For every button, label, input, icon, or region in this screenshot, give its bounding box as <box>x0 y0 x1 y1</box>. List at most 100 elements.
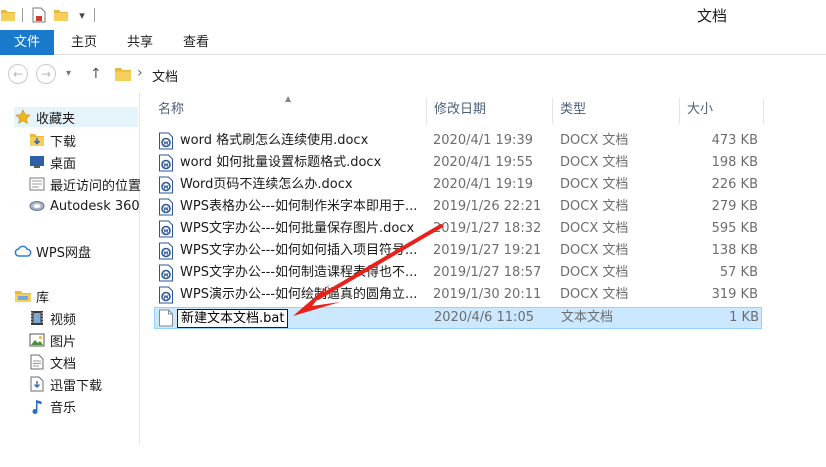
autodesk-360-icon <box>28 197 46 215</box>
customize-dropdown-icon[interactable]: ▾ <box>76 6 88 24</box>
file-name: Word页码不连续怎么办.docx <box>180 177 353 192</box>
nav-item-pictures[interactable]: 图片 <box>28 330 76 350</box>
title-bar: ▾ 文档 <box>0 0 826 30</box>
breadcrumb-separator-icon[interactable]: › <box>137 64 143 82</box>
status-bar <box>0 445 826 467</box>
file-date: 2019/1/27 18:57 <box>433 265 542 280</box>
docx-icon <box>158 198 174 216</box>
nav-item-thunder-download[interactable]: 迅雷下载 <box>28 374 102 394</box>
file-size: 319 KB <box>711 287 758 302</box>
file-date: 2020/4/1 19:19 <box>433 177 533 192</box>
tab-share[interactable]: 共享 <box>118 30 162 55</box>
cloud-icon <box>14 242 32 260</box>
tab-file[interactable]: 文件 <box>0 30 54 55</box>
nav-label: 最近访问的位置 <box>50 178 142 194</box>
address-bar: ← → ▾ ↑ › 文档 <box>0 55 826 93</box>
recent-places-icon <box>28 175 46 193</box>
nav-label: 音乐 <box>50 400 77 416</box>
docx-icon <box>158 176 174 194</box>
file-type: DOCX 文档 <box>560 133 629 148</box>
rename-input[interactable]: 新建文本文档.bat <box>177 309 289 328</box>
sort-ascending-icon: ▲ <box>285 94 292 103</box>
file-row[interactable]: WPS表格办公---如何制作米字本即用于... 2019/1/26 22:21 … <box>154 196 762 218</box>
nav-label: Autodesk 360 <box>50 198 140 214</box>
properties-icon[interactable] <box>30 6 48 24</box>
file-row[interactable]: WPS文字办公---如何如何插入项目符号... 2019/1/27 19:21 … <box>154 240 762 262</box>
docx-icon <box>158 220 174 238</box>
column-divider[interactable] <box>763 98 764 124</box>
nav-label: 图片 <box>50 334 77 350</box>
file-size: 473 KB <box>711 133 758 148</box>
column-header-type[interactable]: 类型 <box>552 93 679 127</box>
docx-icon <box>158 242 174 260</box>
nav-item-desktop[interactable]: 桌面 <box>28 152 76 172</box>
recent-locations-dropdown-icon[interactable]: ▾ <box>66 65 71 83</box>
thunder-download-icon <box>28 375 46 393</box>
file-type: DOCX 文档 <box>560 265 629 280</box>
up-button[interactable]: ↑ <box>90 65 102 83</box>
downloads-folder-icon <box>28 131 46 149</box>
nav-wps-cloud[interactable]: WPS网盘 <box>14 241 91 261</box>
file-row-renaming[interactable]: 新建文本文档.bat 2020/4/6 11:05 文本文档 1 KB <box>154 307 762 329</box>
nav-item-videos[interactable]: 视频 <box>28 308 76 328</box>
file-date: 2019/1/27 19:21 <box>433 243 542 258</box>
file-type: DOCX 文档 <box>560 177 629 192</box>
docx-icon <box>158 132 174 150</box>
forward-button[interactable]: → <box>36 64 56 84</box>
file-size: 1 KB <box>729 310 759 325</box>
new-folder-icon[interactable] <box>52 6 70 24</box>
nav-label: 库 <box>36 290 50 306</box>
tab-view[interactable]: 查看 <box>174 30 218 55</box>
back-button[interactable]: ← <box>8 64 28 84</box>
file-name: WPS文字办公---如何如何插入项目符号... <box>180 243 418 258</box>
column-header-date[interactable]: 修改日期 <box>426 93 552 127</box>
ribbon-tabs: 文件 主页 共享 查看 <box>0 30 826 55</box>
docx-icon <box>158 264 174 282</box>
file-row[interactable]: word 如何批量设置标题格式.docx 2020/4/1 19:55 DOCX… <box>154 152 762 174</box>
nav-label: 文档 <box>50 356 77 372</box>
nav-label: 下载 <box>50 134 77 150</box>
file-row[interactable]: Word页码不连续怎么办.docx 2020/4/1 19:19 DOCX 文档… <box>154 174 762 196</box>
folder-icon[interactable] <box>0 6 16 24</box>
file-type: DOCX 文档 <box>560 243 629 258</box>
file-row[interactable]: WPS文字办公---如何批量保存图片.docx 2019/1/27 18:32 … <box>154 218 762 240</box>
nav-favorites[interactable]: 收藏夹 <box>14 107 138 127</box>
nav-item-music[interactable]: 音乐 <box>28 396 76 416</box>
window-title: 文档 <box>697 7 728 25</box>
nav-library[interactable]: 库 <box>14 286 49 306</box>
file-name: WPS文字办公---如何批量保存图片.docx <box>180 221 415 236</box>
music-library-icon <box>28 397 46 415</box>
column-header-size[interactable]: 大小 <box>679 93 763 127</box>
file-date: 2019/1/26 22:21 <box>433 199 542 214</box>
nav-item-downloads[interactable]: 下载 <box>28 130 76 150</box>
library-icon <box>14 287 32 305</box>
toolbar-divider <box>94 8 95 22</box>
file-size: 595 KB <box>711 221 758 236</box>
file-size: 226 KB <box>711 177 758 192</box>
file-row[interactable]: WPS文字办公---如何制造课程表得也不... 2019/1/27 18:57 … <box>154 262 762 284</box>
file-type: DOCX 文档 <box>560 155 629 170</box>
docx-icon <box>158 154 174 172</box>
desktop-icon <box>28 153 46 171</box>
breadcrumb-item-documents[interactable]: 文档 <box>152 66 178 85</box>
nav-label: 桌面 <box>50 156 77 172</box>
nav-label: 收藏夹 <box>36 111 76 127</box>
file-name: WPS文字办公---如何制造课程表得也不... <box>180 265 418 280</box>
file-size: 279 KB <box>711 199 758 214</box>
file-row[interactable]: WPS演示办公---如何绘制逼真的圆角立... 2019/1/30 20:11 … <box>154 284 762 306</box>
file-date: 2019/1/27 18:32 <box>433 221 542 236</box>
file-type: DOCX 文档 <box>560 199 629 214</box>
nav-item-recent-places[interactable]: 最近访问的位置 <box>28 174 141 194</box>
toolbar-divider <box>22 8 23 22</box>
pictures-library-icon <box>28 331 46 349</box>
tab-home[interactable]: 主页 <box>62 30 106 55</box>
file-name: WPS演示办公---如何绘制逼真的圆角立... <box>180 287 418 302</box>
nav-item-documents[interactable]: 文档 <box>28 352 76 372</box>
docx-icon <box>158 286 174 304</box>
file-size: 57 KB <box>719 265 758 280</box>
file-list: 名称 ▲ 修改日期 类型 大小 word 格式刷怎么连续使用.docx 2020… <box>150 93 826 353</box>
file-date: 2020/4/6 11:05 <box>434 310 534 325</box>
file-row[interactable]: word 格式刷怎么连续使用.docx 2020/4/1 19:39 DOCX … <box>154 130 762 152</box>
nav-label: 视频 <box>50 312 77 328</box>
nav-item-autodesk-360[interactable]: Autodesk 360 <box>28 196 140 216</box>
